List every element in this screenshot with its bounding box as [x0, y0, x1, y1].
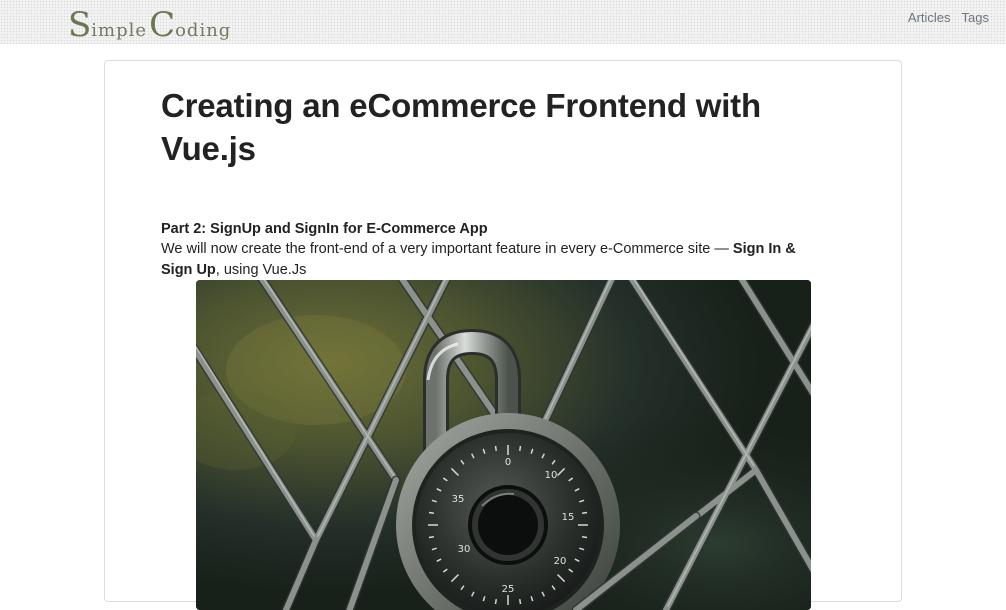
- article-card: Creating an eCommerce Frontend with Vue.…: [104, 60, 902, 610]
- logo-word-imple: imple: [91, 20, 148, 41]
- dial-tick: [518, 598, 522, 605]
- dial-tick: [494, 445, 498, 452]
- dial-number: 10: [545, 470, 558, 481]
- intro-text-start: We will now create the front-end of a ve…: [161, 241, 733, 257]
- dial-tick: [581, 535, 588, 539]
- logo-word-oding: oding: [175, 20, 232, 41]
- dial-tick: [581, 511, 588, 515]
- main-nav: Articles Tags: [908, 10, 989, 25]
- article-intro: We will now create the front-end of a ve…: [161, 239, 821, 281]
- padlock-photo: 0 10 15 20 25 30 35: [196, 280, 811, 610]
- dial-number: 30: [458, 544, 471, 555]
- dial-tick: [518, 445, 522, 452]
- dial-number: 0: [505, 457, 511, 468]
- dial-number: 15: [562, 512, 575, 523]
- intro-text-end: , using Vue.Js: [215, 262, 307, 278]
- logo-letter-c: C: [149, 5, 176, 45]
- nav-articles-link[interactable]: Articles: [908, 10, 951, 25]
- logo-letter-s: S: [68, 5, 92, 45]
- hero-image: 0 10 15 20 25 30 35: [196, 280, 811, 610]
- dial-center: [478, 495, 538, 555]
- dial-number: 25: [502, 584, 515, 595]
- dial-number: 35: [452, 494, 465, 505]
- dial-tick: [428, 511, 435, 515]
- dial-number: 20: [554, 556, 567, 567]
- top-navbar: S imple C oding Articles Tags: [0, 0, 1006, 44]
- site-logo[interactable]: S imple C oding: [68, 2, 233, 42]
- nav-tags-link[interactable]: Tags: [962, 10, 989, 25]
- article-title: Creating an eCommerce Frontend with Vue.…: [161, 87, 761, 167]
- dial-tick: [428, 535, 435, 539]
- dial-tick: [494, 598, 498, 605]
- article-subtitle: Part 2: SignUp and SignIn for E-Commerce…: [161, 221, 488, 237]
